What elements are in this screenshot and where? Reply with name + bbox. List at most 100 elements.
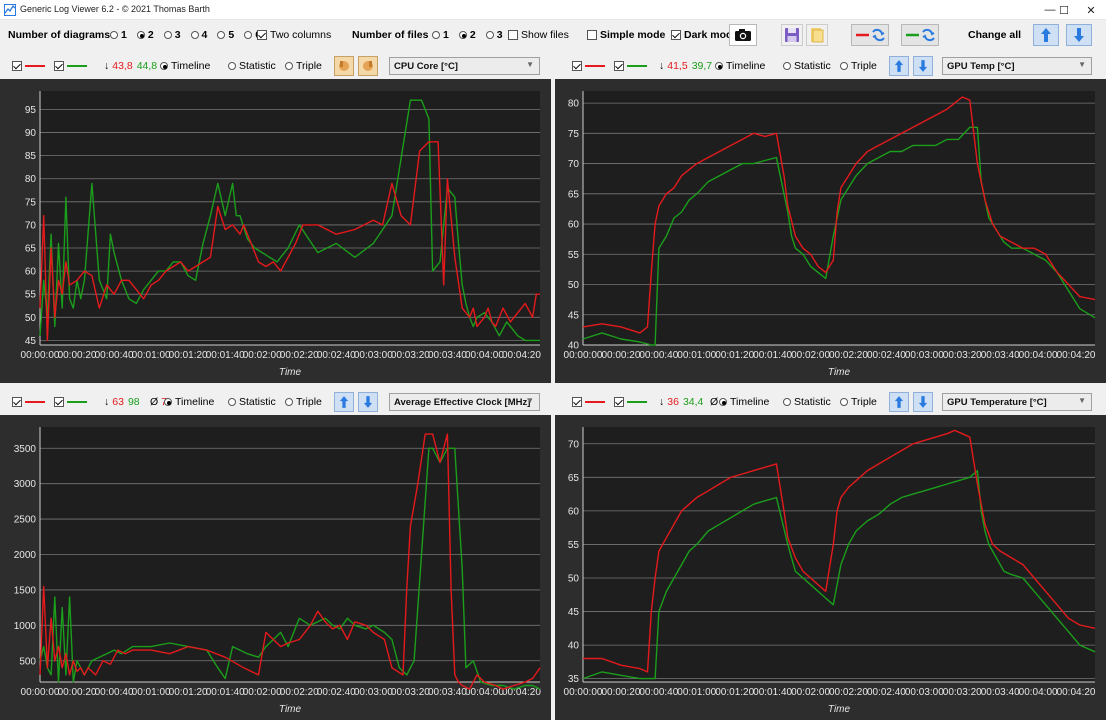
- mode-triple[interactable]: Triple: [840, 53, 877, 79]
- series2-check[interactable]: [54, 397, 64, 407]
- series2-check[interactable]: [614, 397, 624, 407]
- dark-mode-check[interactable]: [671, 30, 681, 40]
- screenshot-button[interactable]: [729, 24, 757, 46]
- series1-check[interactable]: [12, 397, 22, 407]
- mode-statistic[interactable]: Statistic: [228, 389, 276, 415]
- series2-toggle[interactable]: [614, 53, 647, 79]
- mode-triple[interactable]: Triple: [285, 53, 322, 79]
- series1-check[interactable]: [12, 61, 22, 71]
- mode-radio-button[interactable]: [783, 398, 791, 406]
- diagrams-radio-button[interactable]: [163, 31, 172, 39]
- mode-timeline[interactable]: Timeline: [160, 53, 210, 79]
- mode-radio-button[interactable]: [719, 398, 727, 406]
- mode-statistic[interactable]: Statistic: [783, 53, 831, 79]
- diagrams-radio-3[interactable]: 3: [163, 29, 181, 41]
- reset-zoom-button[interactable]: [334, 56, 354, 76]
- chart-gpu-temp[interactable]: 40455055606570758000:00:0000:00:2000:00:…: [555, 79, 1106, 383]
- files-radio-1[interactable]: 1: [432, 29, 449, 41]
- series2-check[interactable]: [614, 61, 624, 71]
- mode-timeline[interactable]: Timeline: [164, 389, 214, 415]
- series2-check[interactable]: [54, 61, 64, 71]
- dark-mode-checkbox[interactable]: Dark mod: [671, 20, 732, 50]
- min-stats: ↓ 41,5 39,7: [659, 53, 712, 79]
- min-arrow: ↓: [659, 60, 665, 72]
- swap-series1-button[interactable]: [851, 24, 889, 46]
- mode-statistic[interactable]: Statistic: [783, 389, 831, 415]
- simple-mode-checkbox[interactable]: Simple mode: [587, 20, 665, 50]
- files-radio-button[interactable]: [485, 31, 494, 39]
- mode-timeline[interactable]: Timeline: [719, 389, 769, 415]
- diagrams-radio-button[interactable]: [190, 31, 199, 39]
- swap-series2-button[interactable]: [901, 24, 939, 46]
- mode-radio-button[interactable]: [164, 398, 172, 406]
- two-columns-checkbox[interactable]: Two columns: [257, 20, 331, 50]
- dark-mode-label: Dark mod: [684, 29, 733, 41]
- maximize-button[interactable]: ☐: [1050, 0, 1078, 20]
- plot-area[interactable]: [40, 91, 540, 345]
- series2-toggle[interactable]: [54, 53, 87, 79]
- mode-radio-button[interactable]: [228, 398, 236, 406]
- diagrams-radio-group: 123456: [110, 20, 271, 50]
- chart-cpu-core[interactable]: 455055606570758085909500:00:0000:00:2000…: [0, 79, 551, 383]
- mode-radio-button[interactable]: [840, 62, 848, 70]
- diagrams-radio-button[interactable]: [217, 31, 226, 39]
- move-up-button[interactable]: [889, 392, 909, 412]
- diagrams-radio-5[interactable]: 5: [217, 29, 234, 41]
- mode-radio-button[interactable]: [285, 398, 293, 406]
- move-down-button[interactable]: [913, 392, 933, 412]
- move-up-button[interactable]: [334, 392, 354, 412]
- move-up-button[interactable]: [889, 56, 909, 76]
- mode-timeline[interactable]: Timeline: [715, 53, 765, 79]
- show-files-checkbox[interactable]: Show files: [508, 20, 569, 50]
- hand-icon: [339, 61, 349, 71]
- mode-radio-button[interactable]: [783, 62, 791, 70]
- series1-toggle[interactable]: [12, 389, 45, 415]
- files-radio-3[interactable]: 3: [485, 29, 503, 41]
- series2-toggle[interactable]: [614, 389, 647, 415]
- close-button[interactable]: ✕: [1077, 0, 1105, 20]
- mode-triple[interactable]: Triple: [840, 389, 877, 415]
- open-folder-button[interactable]: [806, 24, 828, 46]
- sensor-select[interactable]: Average Effective Clock [MHz] ▼: [389, 393, 540, 411]
- diagrams-radio-button[interactable]: [136, 31, 145, 39]
- plot-area[interactable]: [583, 91, 1095, 345]
- diagrams-radio-2[interactable]: 2: [136, 29, 154, 41]
- simple-mode-check[interactable]: [587, 30, 597, 40]
- change-all-down-button[interactable]: [1066, 24, 1092, 46]
- series1-check[interactable]: [572, 397, 582, 407]
- files-radio-button[interactable]: [432, 31, 440, 39]
- mode-radio-button[interactable]: [840, 398, 848, 406]
- reset-range-button[interactable]: [358, 56, 378, 76]
- sensor-select[interactable]: GPU Temperature [°C] ▼: [942, 393, 1092, 411]
- series2-line-swatch: [67, 65, 87, 67]
- diagrams-radio-button[interactable]: [110, 31, 118, 39]
- sensor-select[interactable]: GPU Temp [°C] ▼: [942, 57, 1092, 75]
- chart-gpu-temperature[interactable]: 35 40 45 50 55 60 65 70 00:00:0000:00:2000:00:40…: [555, 415, 1106, 720]
- mode-triple[interactable]: Triple: [285, 389, 322, 415]
- mode-statistic[interactable]: Statistic: [228, 53, 276, 79]
- plot-area[interactable]: [583, 427, 1095, 682]
- move-down-button[interactable]: [358, 392, 378, 412]
- series2-toggle[interactable]: [54, 389, 87, 415]
- move-down-button[interactable]: [913, 56, 933, 76]
- diagrams-radio-4[interactable]: 4: [190, 29, 207, 41]
- change-all-up-button[interactable]: [1033, 24, 1059, 46]
- sensor-select[interactable]: CPU Core [°C] ▼: [389, 57, 540, 75]
- files-radio-button[interactable]: [458, 31, 467, 39]
- title-bar[interactable]: Generic Log Viewer 6.2 - © 2021 Thomas B…: [0, 0, 1106, 20]
- chart-avg-clock[interactable]: 50010001500200025003000350000:00:0000:00…: [0, 415, 551, 720]
- mode-radio-button[interactable]: [285, 62, 293, 70]
- series1-toggle[interactable]: [12, 53, 45, 79]
- save-button[interactable]: [781, 24, 803, 46]
- series1-toggle[interactable]: [572, 53, 605, 79]
- series1-check[interactable]: [572, 61, 582, 71]
- files-radio-2[interactable]: 2: [458, 29, 476, 41]
- mode-radio-button[interactable]: [228, 62, 236, 70]
- show-files-check[interactable]: [508, 30, 518, 40]
- series1-toggle[interactable]: [572, 389, 605, 415]
- mode-radio-button[interactable]: [715, 62, 723, 70]
- two-columns-check[interactable]: [257, 30, 267, 40]
- diagrams-radio-button[interactable]: [244, 31, 253, 39]
- diagrams-radio-1[interactable]: 1: [110, 29, 127, 41]
- mode-radio-button[interactable]: [160, 62, 168, 70]
